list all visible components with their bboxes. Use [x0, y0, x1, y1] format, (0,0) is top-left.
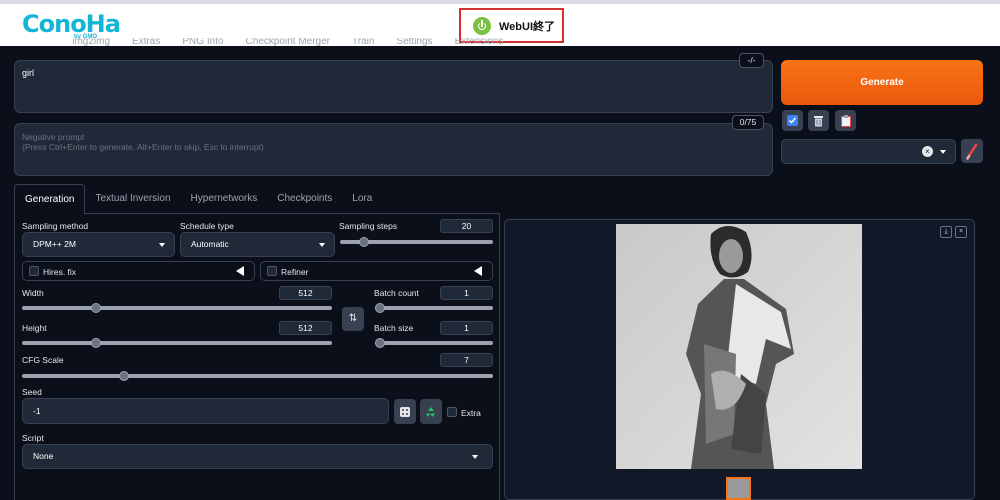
tab-settings[interactable]: Settings: [396, 38, 432, 48]
chevron-down-icon: [472, 455, 478, 459]
sampling-method-value: DPM++ 2M: [33, 239, 76, 249]
prompt-input[interactable]: girl: [14, 60, 773, 113]
negative-prompt-placeholder: Negative prompt: [22, 132, 85, 142]
clipboard-icon: [840, 114, 851, 127]
width-label: Width: [22, 288, 44, 298]
tab-png-info[interactable]: PNG Info: [182, 38, 223, 48]
sampling-steps-input[interactable]: 20: [440, 219, 493, 233]
slider-thumb[interactable]: [118, 371, 129, 381]
height-input[interactable]: 512: [279, 321, 332, 335]
tab-lora[interactable]: Lora: [342, 184, 382, 213]
tab-hypernetworks[interactable]: Hypernetworks: [181, 184, 268, 213]
tab-extras[interactable]: Extras: [132, 38, 160, 48]
hires-fix-label: Hires. fix: [43, 267, 77, 277]
tab-extensions[interactable]: Extensions: [455, 38, 504, 48]
negative-token-counter: 0/75: [732, 115, 764, 130]
seed-input[interactable]: -1: [22, 398, 389, 424]
random-seed-button[interactable]: [394, 399, 416, 424]
sampling-method-select[interactable]: DPM++ 2M: [22, 232, 175, 257]
refiner-accordion[interactable]: Refiner: [260, 261, 493, 281]
paintbrush-icon: [966, 143, 978, 160]
batch-size-label: Batch size: [374, 323, 414, 333]
height-label: Height: [22, 323, 47, 333]
main-tabs: txt2img img2img Extras PNG Info Checkpoi…: [18, 38, 503, 48]
tab-textual-inversion[interactable]: Textual Inversion: [85, 184, 180, 213]
generated-image-photo: [616, 224, 862, 469]
seed-extra-checkbox[interactable]: [447, 407, 457, 417]
prompt-text: girl: [22, 68, 35, 78]
hires-fix-accordion[interactable]: Hires. fix: [22, 261, 255, 281]
dice-icon: [400, 406, 410, 417]
cfg-scale-slider[interactable]: [22, 371, 493, 381]
chevron-down-icon: [319, 243, 325, 247]
slider-thumb[interactable]: [91, 338, 101, 348]
slider-thumb[interactable]: [375, 338, 385, 348]
reuse-seed-button[interactable]: [420, 399, 442, 424]
script-value: None: [33, 451, 54, 461]
slider-thumb[interactable]: [375, 303, 385, 313]
schedule-type-label: Schedule type: [180, 221, 234, 231]
webui-exit-label: WebUI終了: [499, 20, 556, 33]
script-label: Script: [22, 433, 44, 443]
schedule-type-select[interactable]: Automatic: [180, 232, 335, 257]
hires-fix-checkbox[interactable]: [29, 266, 39, 276]
sampling-steps-label: Sampling steps: [339, 221, 398, 231]
width-slider[interactable]: [22, 303, 332, 313]
sampling-steps-slider[interactable]: [340, 237, 493, 247]
batch-count-label: Batch count: [374, 288, 419, 298]
prompt-token-counter: -/-: [739, 53, 764, 68]
generation-subtabs: Generation Textual Inversion Hypernetwor…: [14, 184, 500, 215]
batch-count-input[interactable]: 1: [440, 286, 493, 300]
tab-img2img[interactable]: img2img: [72, 38, 110, 48]
slider-thumb[interactable]: [358, 237, 369, 247]
collapse-arrow-icon[interactable]: [474, 266, 482, 276]
tab-checkpoints[interactable]: Checkpoints: [267, 184, 342, 213]
cfg-scale-input[interactable]: 7: [440, 353, 493, 367]
paste-prompt-button[interactable]: [835, 110, 856, 131]
clear-prompt-button[interactable]: [808, 110, 829, 131]
script-select[interactable]: None: [22, 444, 493, 469]
negative-prompt-input[interactable]: Negative prompt (Press Ctrl+Enter to gen…: [14, 123, 773, 176]
negative-prompt-hint: (Press Ctrl+Enter to generate, Alt+Enter…: [22, 142, 264, 152]
batch-size-slider[interactable]: [375, 338, 493, 348]
seed-extra-label: Extra: [461, 408, 481, 418]
generated-image[interactable]: [616, 224, 862, 469]
edit-styles-button[interactable]: [961, 139, 983, 163]
chevron-down-icon: [159, 243, 165, 247]
logo-text: ConoHa: [22, 10, 121, 38]
collapse-arrow-icon[interactable]: [236, 266, 244, 276]
height-slider[interactable]: [22, 338, 332, 348]
tab-checkpoint-merger[interactable]: Checkpoint Merger: [246, 38, 330, 48]
width-input[interactable]: 512: [279, 286, 332, 300]
recycle-icon: [426, 406, 435, 417]
batch-count-slider[interactable]: [375, 303, 493, 313]
power-icon: [473, 16, 491, 35]
generate-button[interactable]: Generate: [781, 60, 983, 105]
seed-label: Seed: [22, 387, 42, 397]
refiner-label: Refiner: [281, 267, 309, 277]
slider-thumb[interactable]: [91, 303, 101, 313]
tab-generation[interactable]: Generation: [14, 184, 86, 215]
styles-dropdown[interactable]: ×: [781, 139, 956, 164]
cfg-scale-label: CFG Scale: [22, 355, 64, 365]
batch-size-input[interactable]: 1: [440, 321, 493, 335]
tab-train[interactable]: Train: [352, 38, 374, 48]
apply-styles-button[interactable]: [782, 110, 803, 131]
clear-icon[interactable]: ×: [922, 146, 933, 157]
close-icon[interactable]: ×: [955, 226, 967, 238]
refiner-checkbox[interactable]: [267, 266, 277, 276]
checkbox-icon: [787, 115, 798, 126]
sampling-method-label: Sampling method: [22, 221, 89, 231]
gallery-thumbnail[interactable]: [726, 477, 751, 500]
swap-dimensions-button[interactable]: ⇅: [342, 307, 364, 331]
tab-txt2img[interactable]: txt2img: [18, 38, 50, 48]
trash-icon: [814, 115, 823, 126]
seed-value: -1: [33, 406, 41, 416]
schedule-type-value: Automatic: [191, 239, 229, 249]
download-icon[interactable]: ⤓: [940, 226, 952, 238]
chevron-down-icon: [940, 150, 946, 154]
